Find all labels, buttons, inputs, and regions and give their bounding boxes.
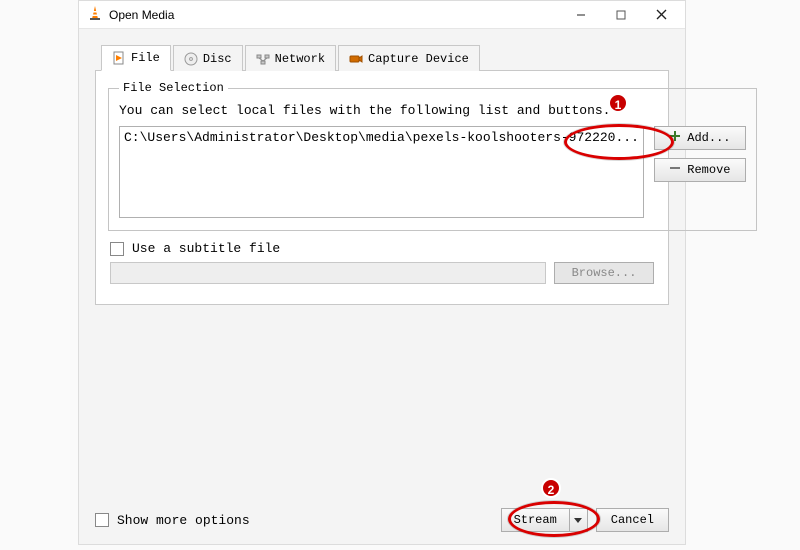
tab-label: File: [131, 51, 160, 65]
tab-capture[interactable]: Capture Device: [338, 45, 480, 71]
tab-label: Network: [275, 52, 325, 66]
disc-icon: [184, 52, 198, 66]
subtitle-path-input: [110, 262, 546, 284]
remove-button[interactable]: Remove: [654, 158, 746, 182]
plus-icon: [669, 130, 681, 146]
play-split-button[interactable]: Stream: [501, 508, 588, 532]
file-selection-legend: File Selection: [119, 81, 228, 95]
annotation-badge-1: 1: [608, 93, 628, 113]
annotation-badge-2: 2: [541, 478, 561, 498]
cancel-button-label: Cancel: [611, 513, 654, 527]
tab-label: Capture Device: [368, 52, 469, 66]
play-dropdown[interactable]: [569, 509, 587, 531]
remove-button-label: Remove: [687, 163, 730, 177]
tab-file-page: File Selection You can select local file…: [95, 71, 669, 305]
add-button-label: Add...: [687, 131, 730, 145]
file-icon: [112, 51, 126, 65]
tab-strip: File Disc Network Capture Device: [95, 43, 669, 71]
show-more-checkbox[interactable]: [95, 513, 109, 527]
subtitle-checkbox-label: Use a subtitle file: [132, 241, 280, 256]
file-list-item[interactable]: C:\Users\Administrator\Desktop\media\pex…: [124, 129, 639, 147]
tab-label: Disc: [203, 52, 232, 66]
tab-disc[interactable]: Disc: [173, 45, 243, 71]
add-button[interactable]: Add...: [654, 126, 746, 150]
minus-icon: [669, 162, 681, 178]
file-list[interactable]: C:\Users\Administrator\Desktop\media\pex…: [119, 126, 644, 218]
file-selection-group: File Selection You can select local file…: [108, 81, 757, 231]
show-more-label: Show more options: [117, 513, 250, 528]
play-button-label[interactable]: Stream: [502, 509, 569, 531]
browse-button: Browse...: [554, 262, 654, 284]
close-button[interactable]: [641, 2, 681, 28]
open-media-window: Open Media File: [78, 0, 686, 545]
capture-icon: [349, 52, 363, 66]
footer: Show more options Stream Cancel: [95, 508, 669, 532]
minimize-button[interactable]: [561, 2, 601, 28]
browse-button-label: Browse...: [572, 266, 637, 280]
window-title: Open Media: [109, 8, 561, 22]
cancel-button[interactable]: Cancel: [596, 508, 669, 532]
client-area: File Disc Network Capture Device: [79, 29, 685, 313]
tab-network[interactable]: Network: [245, 45, 336, 71]
vlc-cone-icon: [87, 5, 103, 25]
subtitle-checkbox[interactable]: [110, 242, 124, 256]
file-selection-help: You can select local files with the foll…: [119, 103, 746, 118]
titlebar: Open Media: [79, 1, 685, 29]
chevron-down-icon: [574, 516, 582, 524]
network-icon: [256, 52, 270, 66]
maximize-button[interactable]: [601, 2, 641, 28]
tab-file[interactable]: File: [101, 45, 171, 71]
